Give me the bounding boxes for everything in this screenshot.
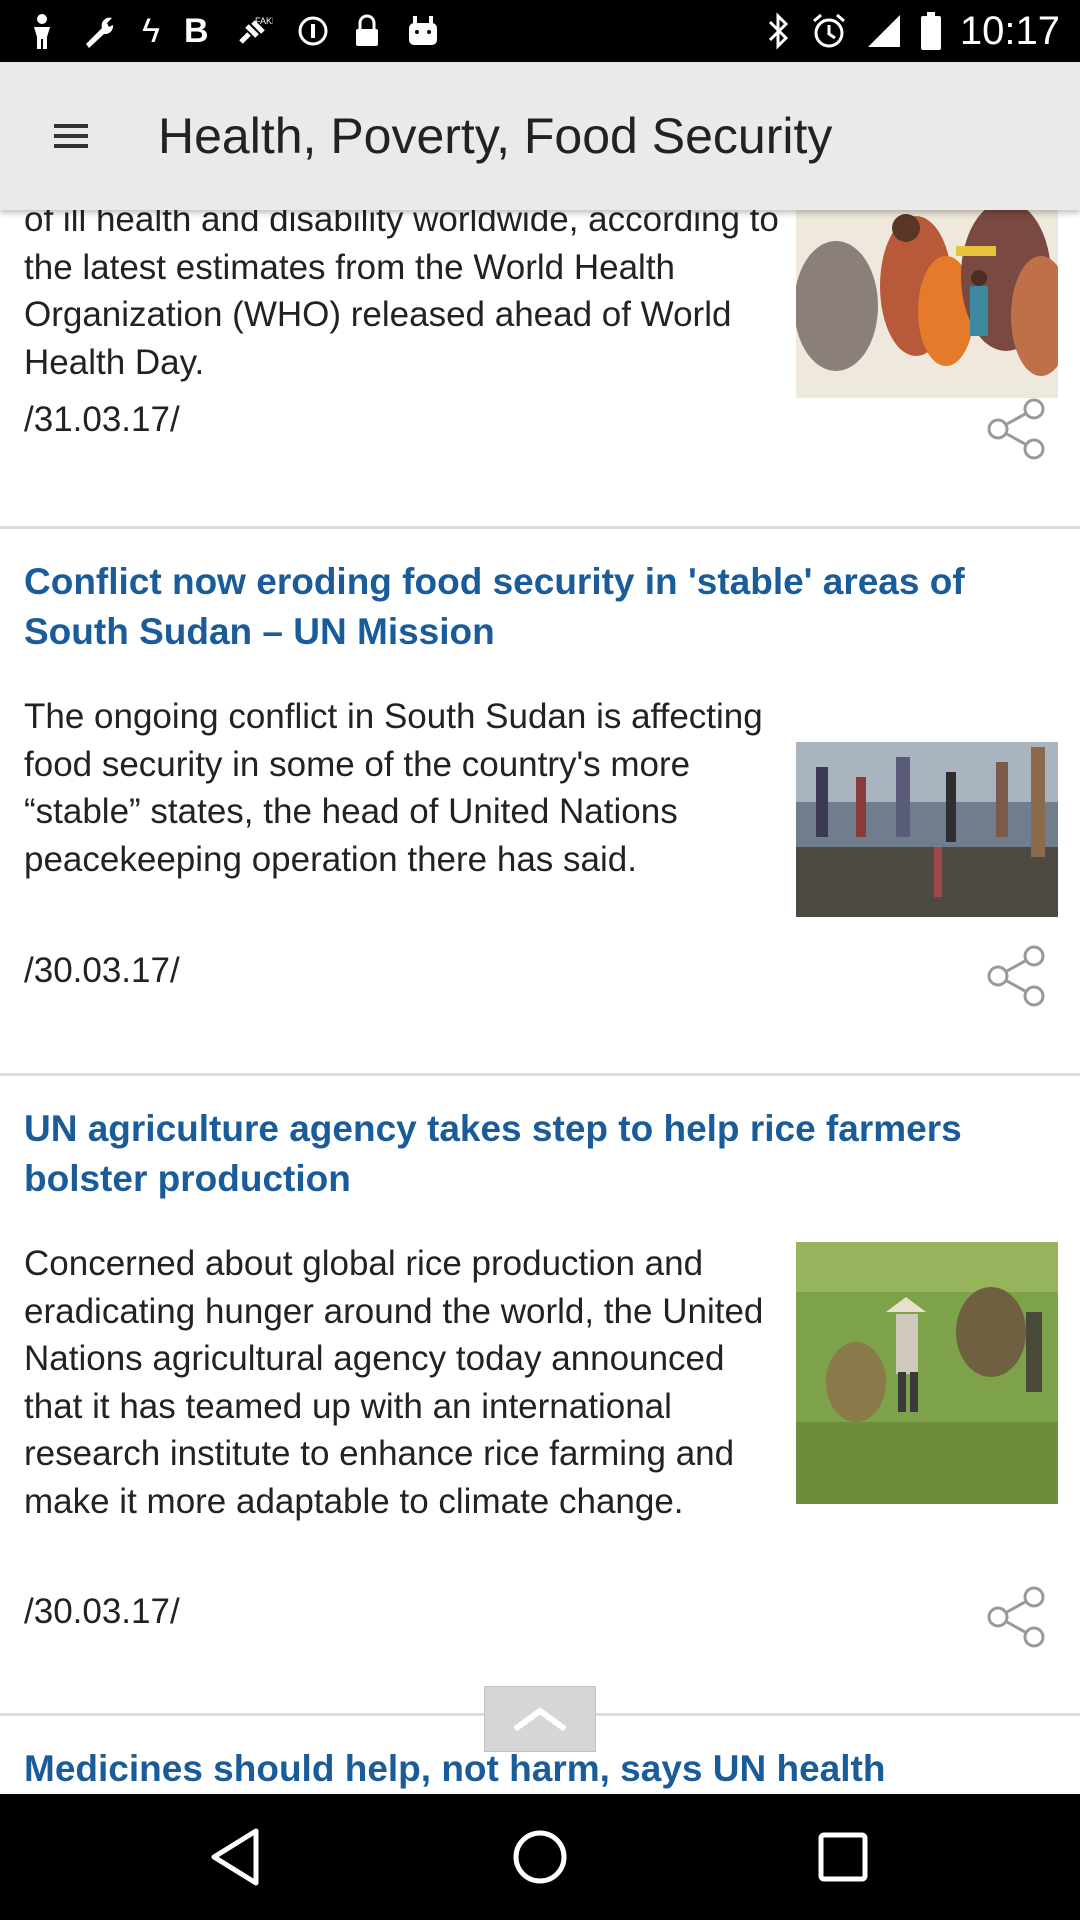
scroll-to-top-button[interactable]: [484, 1686, 596, 1752]
list-item[interactable]: of ill health and disability worldwide, …: [0, 210, 1080, 529]
five-icon: ϟ: [142, 12, 160, 50]
hamburger-menu-icon[interactable]: [40, 106, 100, 166]
person-icon: [34, 14, 50, 49]
article-image[interactable]: [796, 1242, 1058, 1504]
share-icon[interactable]: [978, 1580, 1052, 1654]
article-summary: Concerned about global rice production a…: [24, 1244, 764, 1521]
list-item[interactable]: Conflict now eroding food security in 's…: [0, 529, 1080, 1076]
share-icon[interactable]: [978, 939, 1052, 1013]
page-title: Health, Poverty, Food Security: [158, 108, 833, 164]
svg-text:FAKE: FAKE: [255, 16, 273, 26]
status-bar: ϟ B FAKE 10:17: [0, 0, 1080, 62]
battery-icon: [920, 12, 941, 50]
notification-icons: ϟ B FAKE: [28, 10, 441, 52]
article-date: /31.03.17/: [24, 400, 180, 439]
wrench-icon: [86, 17, 114, 48]
article-date: /30.03.17/: [24, 951, 180, 990]
home-icon[interactable]: [500, 1817, 580, 1897]
list-item[interactable]: UN agriculture agency takes step to help…: [0, 1076, 1080, 1716]
article-list[interactable]: of ill health and disability worldwide, …: [0, 210, 1080, 1794]
circle-pause-icon: [298, 16, 328, 46]
lock-icon: [355, 14, 378, 46]
status-clock: 10:17: [959, 8, 1060, 53]
article-date: /30.03.17/: [24, 1592, 180, 1631]
recents-icon[interactable]: [803, 1817, 883, 1897]
app-bar: Health, Poverty, Food Security: [0, 62, 1080, 210]
system-status-icons: 10:17: [766, 8, 1060, 53]
back-icon[interactable]: [198, 1817, 278, 1897]
article-title[interactable]: Conflict now eroding food security in 's…: [24, 557, 1054, 657]
article-summary: The ongoing conflict in South Sudan is a…: [24, 697, 763, 879]
article-image[interactable]: [796, 210, 1058, 398]
bold-b-icon: B: [184, 12, 209, 50]
system-nav-bar: [0, 1794, 1080, 1920]
signal-icon: [867, 15, 900, 47]
chevron-up-icon: [513, 1707, 567, 1732]
share-icon[interactable]: [978, 392, 1052, 466]
article-image[interactable]: [796, 697, 1058, 959]
article-summary: of ill health and disability worldwide, …: [24, 210, 779, 382]
satellite-icon: FAKE: [238, 16, 273, 44]
android-icon: [408, 16, 437, 45]
article-title[interactable]: UN agriculture agency takes step to help…: [24, 1104, 1054, 1204]
alarm-icon: [812, 13, 845, 48]
bluetooth-icon: [768, 12, 789, 50]
